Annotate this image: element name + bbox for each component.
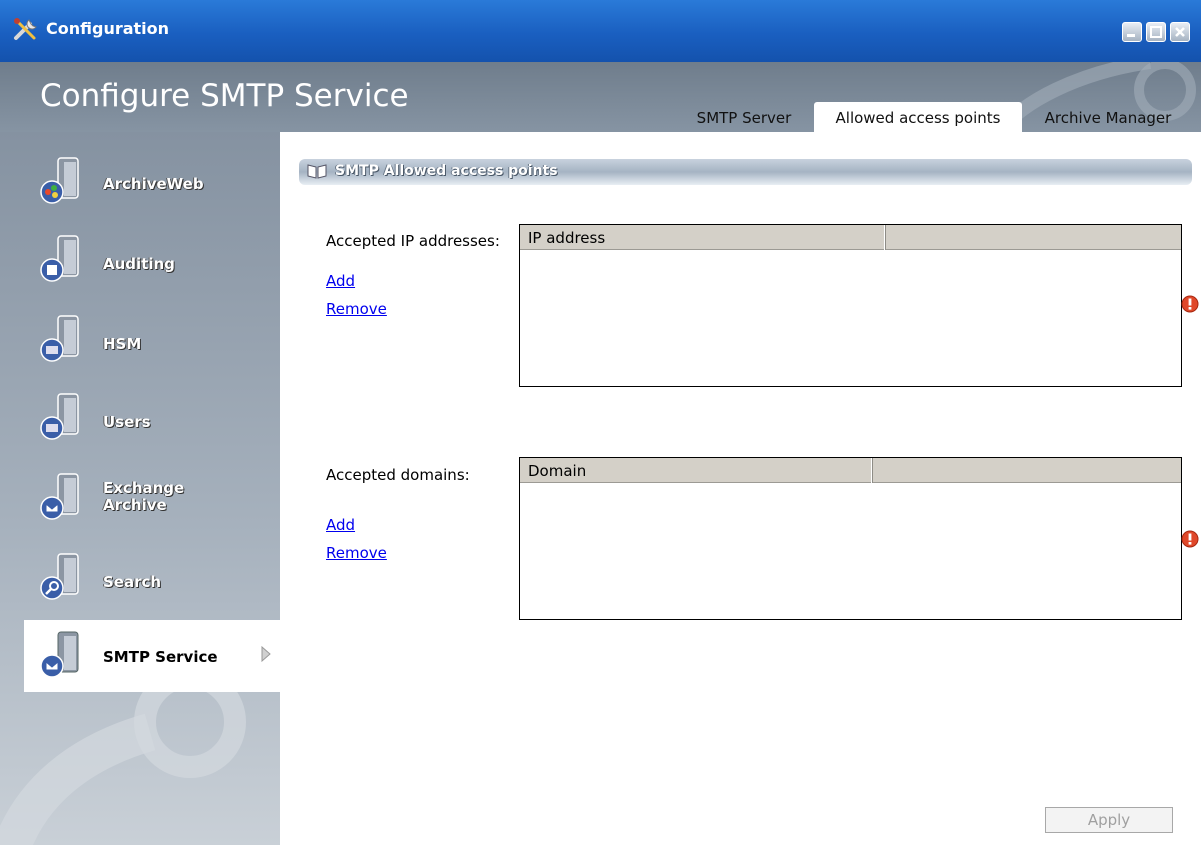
accepted-domains-label: Accepted domains: — [326, 466, 470, 484]
accepted-ip-label: Accepted IP addresses: — [326, 232, 500, 250]
tab-smtp-server[interactable]: SMTP Server — [684, 102, 804, 132]
window-titlebar: Configuration — [0, 0, 1201, 62]
sidebar-item-archiveweb[interactable]: ArchiveWeb — [24, 146, 280, 218]
chevron-right-icon — [261, 646, 271, 662]
list-header: IP address — [520, 225, 1181, 250]
sidebar-item-auditing[interactable]: Auditing — [24, 224, 280, 296]
users-icon — [40, 393, 79, 440]
content-panel: SMTP Allowed access points Accepted IP a… — [280, 132, 1201, 845]
sidebar-item-search[interactable]: Search — [24, 542, 280, 614]
sidebar-item-users[interactable]: Users — [24, 382, 280, 454]
sidebar-item-label: Users — [103, 413, 151, 431]
close-button[interactable] — [1170, 22, 1190, 42]
sidebar: ArchiveWeb Auditing HSM Users Exchange A… — [0, 132, 280, 845]
exchange-archive-icon — [40, 473, 79, 520]
ip-address-list[interactable]: IP address — [519, 224, 1182, 387]
sidebar-item-label-line: Exchange — [103, 479, 185, 497]
warning-icon — [1181, 295, 1199, 313]
column-header-blank[interactable] — [886, 225, 1181, 250]
auditing-icon — [40, 235, 79, 282]
book-icon — [307, 164, 327, 179]
remove-domain-link[interactable]: Remove — [326, 544, 387, 562]
section-header: SMTP Allowed access points — [299, 159, 1192, 185]
sidebar-item-label: Auditing — [103, 255, 175, 273]
sidebar-item-label: SMTP Service — [103, 648, 218, 666]
apply-button[interactable]: Apply — [1045, 807, 1173, 833]
sidebar-item-smtp-service[interactable]: SMTP Service — [24, 620, 280, 692]
column-header-domain[interactable]: Domain — [520, 458, 872, 483]
sidebar-item-label: ArchiveWeb — [103, 175, 204, 193]
sidebar-item-hsm[interactable]: HSM — [24, 304, 280, 376]
sidebar-item-label: HSM — [103, 335, 142, 353]
tools-icon — [14, 18, 37, 40]
sidebar-item-label-line: Archive — [103, 496, 167, 514]
smtp-service-icon — [40, 631, 79, 678]
window-title: Configuration — [46, 19, 170, 38]
archiveweb-icon — [40, 157, 79, 204]
minimize-button[interactable] — [1122, 22, 1142, 42]
domain-list[interactable]: Domain — [519, 457, 1182, 620]
add-domain-link[interactable]: Add — [326, 516, 355, 534]
close-icon — [1175, 27, 1185, 37]
sidebar-item-exchange-archive[interactable]: Exchange Archive — [24, 462, 280, 534]
remove-ip-link[interactable]: Remove — [326, 300, 387, 318]
page-title: Configure SMTP Service — [40, 78, 409, 114]
column-header-blank[interactable] — [873, 458, 1181, 483]
section-title: SMTP Allowed access points — [335, 163, 558, 179]
sidebar-item-label: Search — [103, 573, 162, 591]
minimize-icon — [1127, 34, 1135, 37]
tab-allowed-access-points[interactable]: Allowed access points — [814, 102, 1022, 132]
tab-archive-manager[interactable]: Archive Manager — [1028, 102, 1188, 132]
wrench-watermark-icon — [0, 672, 246, 845]
maximize-icon — [1150, 26, 1162, 38]
warning-icon — [1181, 530, 1199, 548]
add-ip-link[interactable]: Add — [326, 272, 355, 290]
search-icon — [40, 553, 79, 600]
sidebar-item-label: Exchange Archive — [103, 480, 184, 514]
maximize-button[interactable] — [1146, 22, 1166, 42]
list-header: Domain — [520, 458, 1181, 483]
column-header-ip-address[interactable]: IP address — [520, 225, 885, 250]
hsm-icon — [40, 315, 79, 362]
